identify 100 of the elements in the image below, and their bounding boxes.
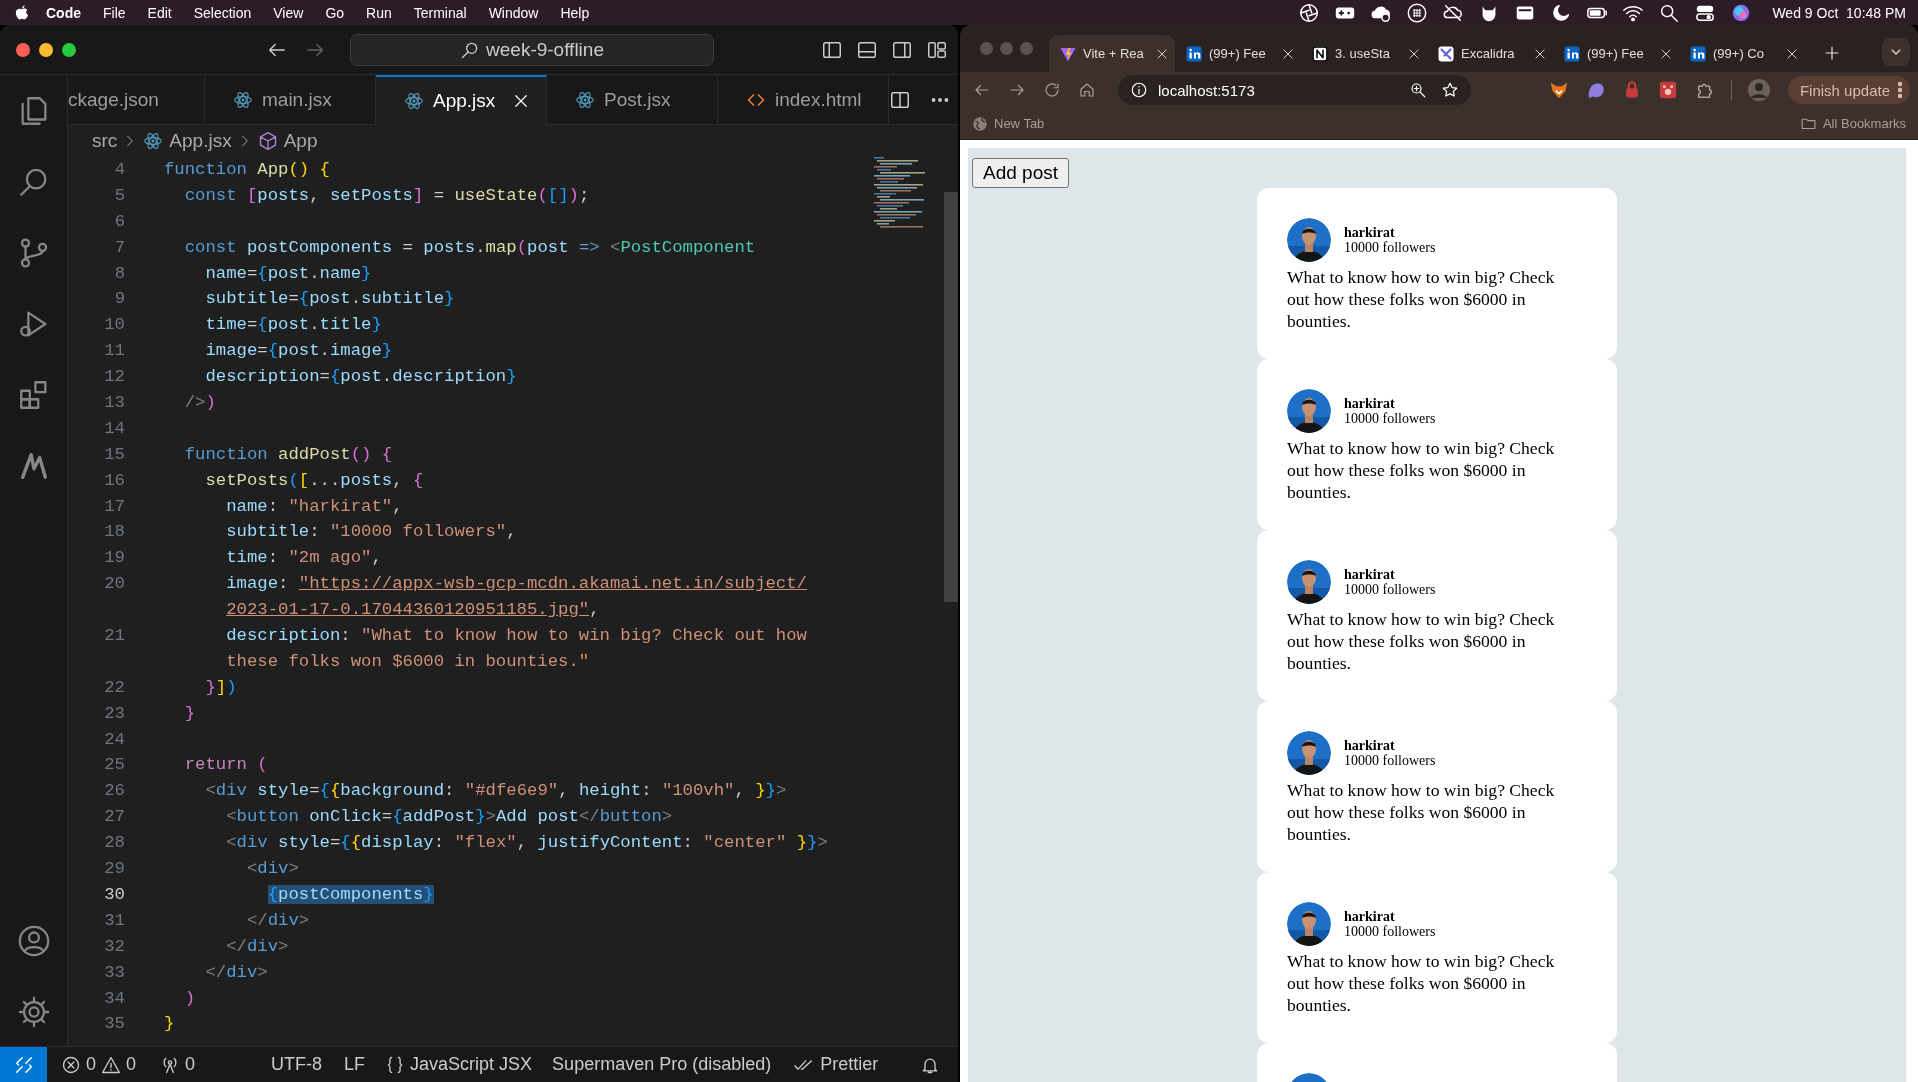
- browser-tab[interactable]: 3. useSta: [1301, 35, 1427, 72]
- bookmark[interactable]: New Tab: [994, 116, 1045, 131]
- zoom-icon[interactable]: [1408, 81, 1427, 99]
- menu-item[interactable]: Selection: [182, 4, 263, 21]
- browser-tab[interactable]: (99+) Fee: [1175, 35, 1301, 72]
- star-icon[interactable]: [1440, 81, 1459, 99]
- line-number: 24: [103, 728, 125, 751]
- minimize-button[interactable]: [39, 42, 53, 57]
- apple-icon[interactable]: [14, 3, 30, 22]
- close-icon[interactable]: [1407, 46, 1421, 61]
- maximize-button[interactable]: [62, 42, 76, 57]
- update-button[interactable]: Finish update: [1787, 76, 1910, 104]
- menu-item[interactable]: Help: [549, 4, 601, 21]
- aperture-icon[interactable]: [1298, 1, 1321, 24]
- follower-count: 10000 followers: [1344, 924, 1436, 939]
- browser-tab[interactable]: Excalidra: [1427, 35, 1553, 72]
- address-bar[interactable]: localhost:5173: [1118, 75, 1471, 105]
- close-icon[interactable]: [1785, 46, 1799, 61]
- author-name: harkirat: [1344, 567, 1396, 582]
- grid-icon[interactable]: [1406, 1, 1429, 24]
- menu-item[interactable]: Code: [30, 4, 92, 21]
- breadcrumb-item[interactable]: src: [92, 130, 118, 152]
- close-icon[interactable]: [1155, 46, 1169, 61]
- code-line: }: [164, 1013, 175, 1036]
- code-line: </div>: [245, 909, 310, 932]
- browser-tab[interactable]: (99+) Fee: [1553, 35, 1679, 72]
- follower-count: 10000 followers: [1344, 240, 1436, 255]
- encoding-status[interactable]: UTF-8: [271, 1054, 323, 1075]
- code-line: 2023-01-17-0.17044360120951185.jpg",: [225, 599, 600, 622]
- menu-item[interactable]: Run: [355, 4, 403, 21]
- editor-tab[interactable]: index.html: [718, 75, 889, 124]
- profile-icon[interactable]: [1746, 78, 1771, 102]
- formatter-status[interactable]: Prettier: [820, 1054, 879, 1075]
- warning-icon[interactable]: [101, 1054, 121, 1075]
- remote-button[interactable]: [0, 1046, 47, 1082]
- line-number: 33: [103, 961, 125, 984]
- code-line: name={post.name}: [204, 262, 372, 285]
- new-tab-icon[interactable]: [1823, 44, 1841, 62]
- follower-count: 10000 followers: [1344, 582, 1436, 597]
- add-post-button[interactable]: Add post: [972, 158, 1069, 188]
- reload-icon[interactable]: [1043, 81, 1061, 99]
- tab-search-button[interactable]: [1882, 38, 1910, 66]
- post-text: What to know how to win big? Check out how these folks won $6000 in bounties.: [1287, 437, 1556, 503]
- menu-item[interactable]: Edit: [136, 4, 183, 21]
- breadcrumb-item[interactable]: App: [283, 130, 318, 152]
- language-status[interactable]: JavaScript JSX: [410, 1054, 533, 1075]
- close-button[interactable]: [16, 42, 30, 57]
- code-line: ): [183, 987, 196, 1010]
- close-icon[interactable]: [512, 92, 530, 110]
- menu-item[interactable]: Window: [477, 4, 550, 21]
- info-icon[interactable]: [1130, 81, 1148, 99]
- menu-item[interactable]: File: [92, 4, 137, 21]
- line-number: 10: [103, 314, 125, 337]
- kebab-icon: [1898, 82, 1902, 98]
- home-icon[interactable]: [1078, 81, 1096, 99]
- warning-count[interactable]: 0: [126, 1054, 137, 1075]
- code-line: function App() {: [164, 159, 330, 181]
- breadcrumb-item[interactable]: App.jsx: [169, 130, 232, 152]
- close-icon[interactable]: [1281, 46, 1295, 61]
- account-icon[interactable]: [16, 924, 51, 958]
- linkedin-icon: [1185, 44, 1203, 63]
- code-line: const postComponents = posts.map(post => <PostComponent: [183, 236, 756, 259]
- error-count[interactable]: 0: [86, 1054, 96, 1075]
- line-number: 27: [103, 806, 125, 829]
- code-line: return (: [183, 754, 268, 777]
- globe-icon[interactable]: [972, 115, 988, 132]
- menu-item[interactable]: View: [262, 4, 315, 21]
- code-line: description={post.description}: [204, 366, 517, 389]
- close-icon[interactable]: [1533, 46, 1547, 61]
- settings-icon[interactable]: [16, 995, 51, 1029]
- browser-tab[interactable]: Vite + Rea: [1049, 35, 1175, 72]
- extension-status[interactable]: Supermaven Pro (disabled): [552, 1054, 772, 1075]
- editor-tab[interactable]: Post.jsx: [547, 75, 718, 124]
- close-icon[interactable]: [1659, 46, 1673, 61]
- code-line: <div>: [245, 858, 299, 881]
- follower-count: 10000 followers: [1344, 411, 1436, 426]
- editor-tab[interactable]: App.jsx: [376, 75, 547, 125]
- author-name: harkirat: [1344, 396, 1396, 411]
- author-name: harkirat: [1344, 225, 1396, 240]
- cube-icon: [257, 131, 278, 151]
- code-line: these folks won $6000 in bounties.": [225, 650, 590, 673]
- menu-item[interactable]: Go: [314, 4, 356, 21]
- linkedin-icon: [1563, 44, 1581, 63]
- code-line: subtitle={post.subtitle}: [204, 288, 455, 311]
- browser-tab[interactable]: (99+) Co: [1679, 35, 1805, 72]
- line-number: 26: [103, 780, 125, 803]
- command-center[interactable]: week-9-offline: [350, 33, 714, 66]
- editor-tab[interactable]: ckage.json: [68, 75, 205, 124]
- error-icon[interactable]: [61, 1054, 81, 1075]
- line-number: 18: [103, 521, 125, 544]
- scrollbar-thumb[interactable]: [944, 192, 958, 602]
- code-line: time={post.title}: [204, 314, 382, 337]
- menu-item[interactable]: Terminal: [402, 4, 478, 21]
- code-line: name: "harkirat",: [225, 495, 403, 518]
- ports-count[interactable]: 0: [185, 1054, 196, 1075]
- all-bookmarks-button[interactable]: All Bookmarks: [1822, 116, 1906, 131]
- clock[interactable]: Wed 9 Oct 10:48 PM: [1772, 4, 1906, 21]
- line-ending-status[interactable]: LF: [344, 1054, 366, 1075]
- line-number: 28: [103, 832, 125, 855]
- line-number: 32: [103, 935, 125, 958]
